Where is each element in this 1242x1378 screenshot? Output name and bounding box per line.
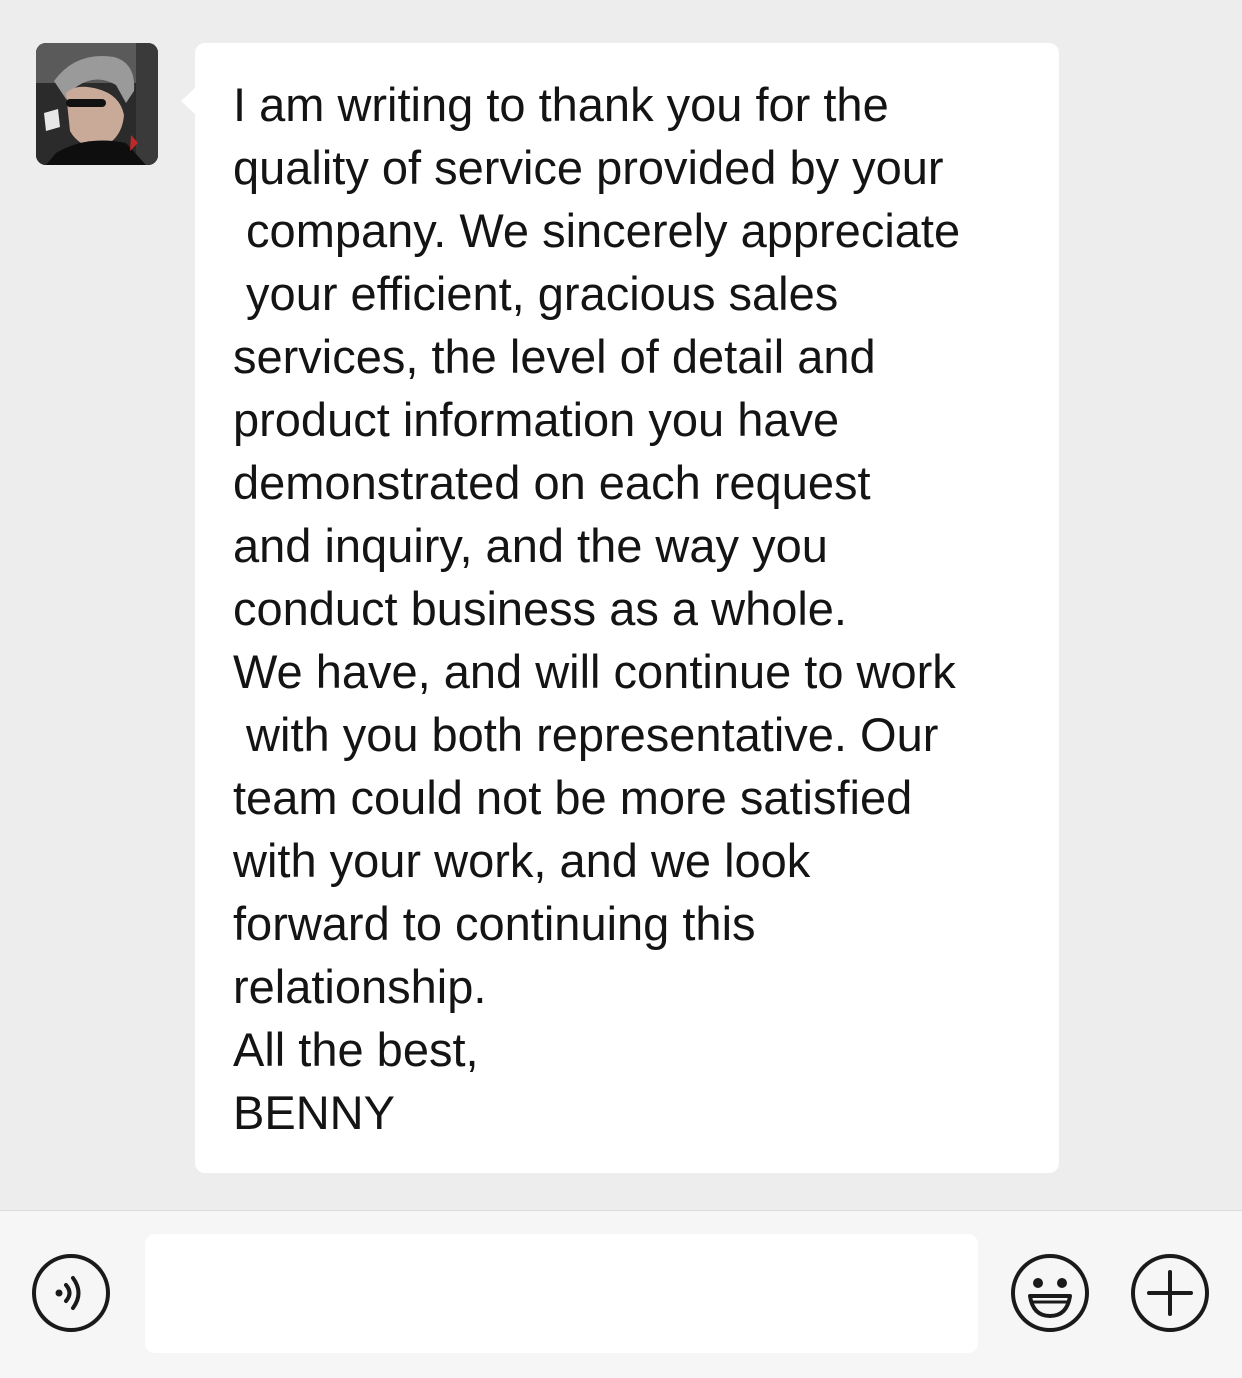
message-line: with your work, and we look: [233, 834, 811, 887]
voice-button[interactable]: [30, 1252, 112, 1334]
message-line: with you both representative. Our: [233, 708, 939, 761]
message-line: All the best,: [233, 1023, 479, 1076]
message-line: services, the level of detail and: [233, 330, 876, 383]
message-line: We have, and will continue to work: [233, 645, 956, 698]
message-line: relationship.: [233, 960, 487, 1013]
message-line: company. We sincerely appreciate: [233, 204, 961, 257]
message-bubble[interactable]: I am writing to thank you for the qualit…: [181, 43, 1059, 1173]
bubble-tail: [181, 87, 196, 115]
voice-icon: [32, 1254, 110, 1332]
message-line: and inquiry, and the way you: [233, 519, 828, 572]
emoji-icon: [1011, 1254, 1089, 1332]
message-line: demonstrated on each request: [233, 456, 871, 509]
message-line: conduct business as a whole.: [233, 582, 847, 635]
message-line: team could not be more satisfied: [233, 771, 913, 824]
add-button[interactable]: [1129, 1252, 1211, 1334]
emoji-button[interactable]: [1009, 1252, 1091, 1334]
plus-icon: [1131, 1254, 1209, 1332]
message-line: product information you have: [233, 393, 840, 446]
message-line: BENNY: [233, 1086, 395, 1139]
avatar-photo: [36, 43, 158, 165]
chat-area: I am writing to thank you for the qualit…: [0, 0, 1242, 1210]
message-line: your efficient, gracious sales: [233, 267, 839, 320]
message-line: quality of service provided by your: [233, 141, 944, 194]
avatar[interactable]: [36, 43, 158, 165]
message-line: forward to continuing this: [233, 897, 756, 950]
message-input[interactable]: [145, 1234, 978, 1353]
message-line: I am writing to thank you for the: [233, 78, 889, 131]
